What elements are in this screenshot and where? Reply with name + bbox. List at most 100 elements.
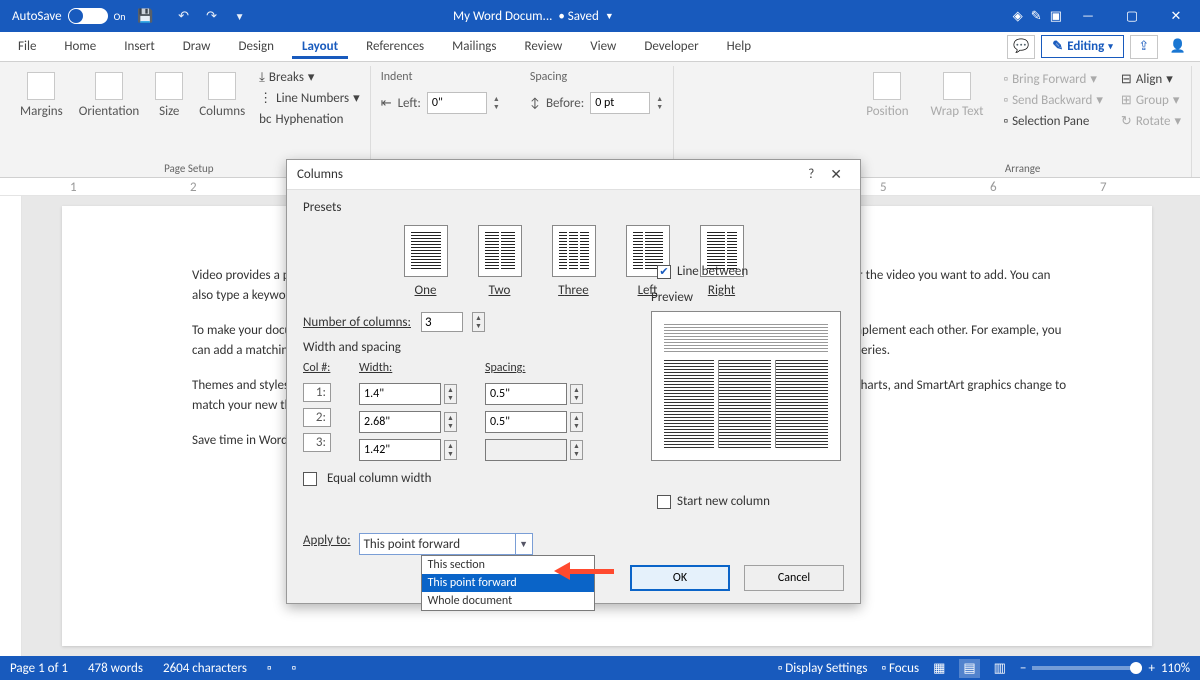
spinner-icon[interactable]: ▲▼ [444,412,457,432]
help-button[interactable]: ? [800,163,822,186]
tab-home[interactable]: Home [54,35,106,58]
tab-insert[interactable]: Insert [114,35,165,58]
undo-icon[interactable]: ↶ [170,2,198,30]
line-numbers-button[interactable]: ⋮ Line Numbers ▾ [259,91,360,106]
web-layout-icon[interactable]: ▥ [994,661,1006,676]
spinner-icon[interactable]: ▲▼ [570,440,583,460]
preset-right[interactable]: Right [700,225,744,298]
indent-left: ⇤ Left: ▲▼ [381,92,500,114]
preset-left[interactable]: Left [626,225,670,298]
apply-option-this-point-forward[interactable]: This point forward [422,574,594,592]
spinner-icon[interactable]: ▲▼ [656,95,663,111]
autosave-toggle[interactable]: AutoSave On [6,8,132,24]
preset-two[interactable]: Two [478,225,522,298]
tab-design[interactable]: Design [228,35,283,58]
preset-three[interactable]: Three [552,225,596,298]
chevron-down-icon[interactable]: ▼ [605,11,614,22]
spinner-icon[interactable]: ▲▼ [444,384,457,404]
numcols-input[interactable] [421,312,463,332]
close-button[interactable]: ✕ [1158,0,1194,32]
zoom-control[interactable]: − + 110% [1020,661,1190,676]
apply-option-whole-document[interactable]: Whole document [422,592,594,610]
redo-icon[interactable]: ↷ [198,2,226,30]
focus-button[interactable]: ▫ Focus [881,661,919,676]
spacing-before-input[interactable] [590,92,650,114]
size-label: Size [159,104,179,119]
width-2-input[interactable] [359,411,441,433]
status-icon[interactable]: ▫ [267,661,272,676]
width-3-input[interactable] [359,439,441,461]
col-idx: 3: [303,433,331,452]
maximize-button[interactable]: ▢ [1114,0,1150,32]
rotate-button: ↻ Rotate ▾ [1121,112,1181,131]
orientation-button[interactable]: Orientation [77,70,142,121]
spinner-icon[interactable]: ▲▼ [570,384,583,404]
pen-icon[interactable]: ✎ [1031,9,1042,24]
page-setup-more: ⤓ Breaks ▾ ⋮ Line Numbers ▾ bc Hyphenati… [259,70,360,127]
diamond-icon[interactable]: ◈ [1013,9,1023,24]
spinner-icon[interactable]: ▲▼ [444,440,457,460]
width-1-input[interactable] [359,383,441,405]
breaks-button[interactable]: ⤓ Breaks ▾ [259,70,360,85]
hyphenation-button[interactable]: bc Hyphenation [259,112,360,127]
tab-review[interactable]: Review [514,35,572,58]
zoom-in-icon[interactable]: + [1148,661,1154,676]
group-button: ⊞ Group ▾ [1121,91,1181,110]
group-label: Group [1136,93,1169,108]
columns-button[interactable]: Columns [197,70,247,121]
size-button[interactable]: Size [153,70,185,121]
apply-option-this-section[interactable]: This section [422,556,594,574]
account-icon[interactable]: 👤 [1164,39,1192,54]
zoom-value[interactable]: 110% [1161,661,1190,676]
tab-file[interactable]: File [8,35,46,58]
status-bar: Page 1 of 1 478 words 2604 characters ▫ … [0,656,1200,680]
save-icon[interactable]: 💾 [132,2,160,30]
margins-button[interactable]: Margins [18,70,65,121]
line-between-checkbox[interactable] [657,265,671,279]
ruler-mark: 7 [1100,180,1107,195]
orientation-icon [95,72,123,100]
selection-pane-button[interactable]: ▫ Selection Pane [1003,112,1102,131]
ok-button[interactable]: OK [630,565,730,591]
apply-to-dropdown: This section This point forward Whole do… [421,555,595,611]
editing-mode-button[interactable]: ✎ Editing ▾ [1041,35,1124,58]
start-new-column-checkbox[interactable] [657,495,671,509]
tab-draw[interactable]: Draw [173,35,221,58]
zoom-slider[interactable] [1032,666,1142,670]
save-status: • Saved [558,9,598,24]
tab-references[interactable]: References [356,35,434,58]
dialog-close-button[interactable]: ✕ [822,162,850,187]
cancel-button[interactable]: Cancel [744,565,844,591]
print-layout-icon[interactable]: ▤ [959,659,979,678]
spacing-2-input[interactable] [485,411,567,433]
minimize-button[interactable]: — [1070,0,1106,32]
spacing-3-input[interactable] [485,439,567,461]
tab-help[interactable]: Help [717,35,761,58]
window-icon[interactable]: ▣ [1050,9,1062,24]
spinner-icon[interactable]: ▲▼ [493,95,500,111]
tab-mailings[interactable]: Mailings [442,35,506,58]
read-mode-icon[interactable]: ▦ [933,661,945,676]
qat-chevron-icon[interactable]: ▼ [226,2,254,30]
tab-developer[interactable]: Developer [634,35,708,58]
share-button[interactable]: ⇪ [1130,35,1158,59]
indent-left-input[interactable] [427,92,487,114]
zoom-out-icon[interactable]: − [1020,661,1026,676]
tab-view[interactable]: View [580,35,626,58]
equal-width-checkbox[interactable] [303,472,317,486]
status-icon[interactable]: ▫ [292,661,297,676]
spacing-1-input[interactable] [485,383,567,405]
preset-one[interactable]: One [404,225,448,298]
ruler-mark: 2 [190,180,197,195]
char-count[interactable]: 2604 characters [163,661,247,676]
spinner-icon[interactable]: ▲▼ [570,412,583,432]
align-button[interactable]: ⊟ Align ▾ [1121,70,1181,89]
comments-button[interactable]: 💬 [1007,35,1035,59]
tab-layout[interactable]: Layout [292,35,348,59]
apply-to-select[interactable]: This point forward ▼ [359,533,533,555]
vertical-ruler[interactable] [0,196,22,656]
page-indicator[interactable]: Page 1 of 1 [10,661,68,676]
spinner-icon[interactable]: ▲▼ [472,312,485,332]
display-settings-button[interactable]: ▫ Display Settings [778,661,868,676]
word-count[interactable]: 478 words [88,661,143,676]
